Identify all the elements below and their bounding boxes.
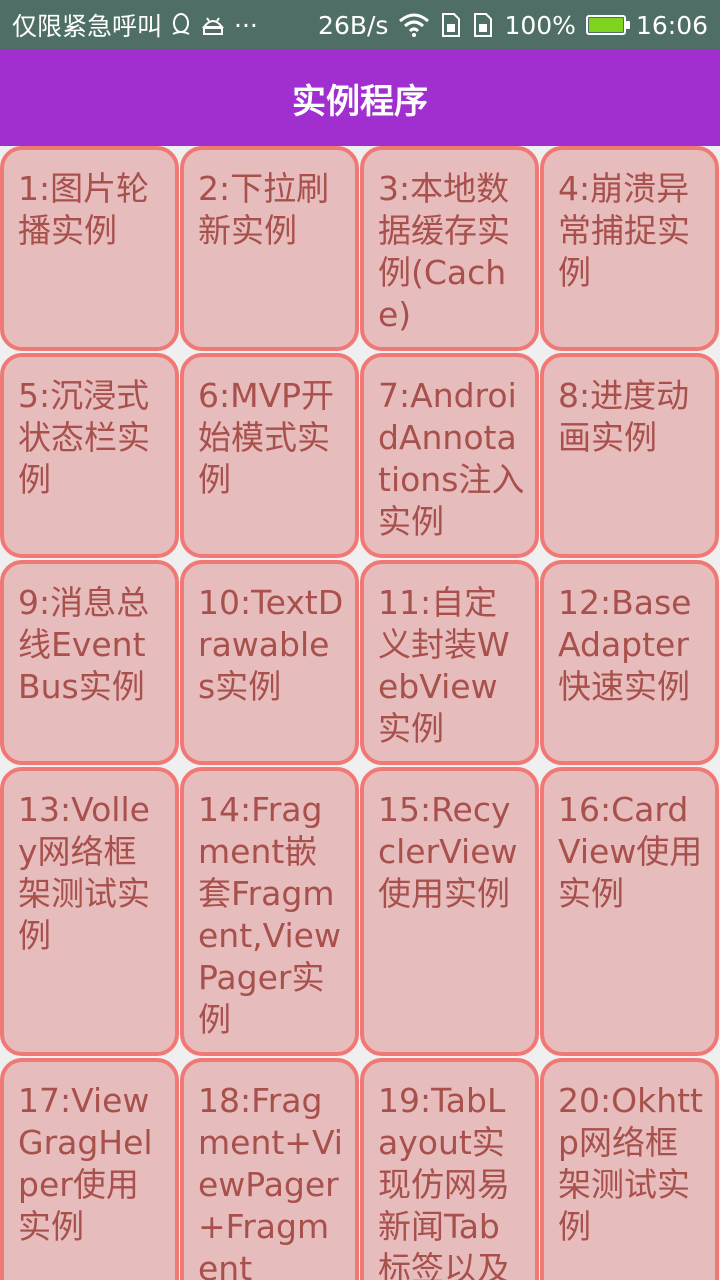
example-item[interactable]: 15:RecyclerView使用实例 xyxy=(360,767,539,1056)
example-item[interactable]: 18:Fragment+ViewPager+Fragment xyxy=(180,1058,359,1280)
example-item[interactable]: 20:Okhttp网络框架测试实例 xyxy=(540,1058,719,1280)
example-item[interactable]: 17:ViewGragHelper使用实例 xyxy=(0,1058,179,1280)
qq-icon xyxy=(170,12,192,38)
example-item[interactable]: 19:TabLayout实现仿网易新闻Tab标签以及页 xyxy=(360,1058,539,1280)
example-item[interactable]: 6:MVP开始模式实例 xyxy=(180,353,359,558)
app-bar: 实例程序 xyxy=(0,50,720,146)
example-item[interactable]: 10:TextDrawables实例 xyxy=(180,560,359,765)
example-item[interactable]: 2:下拉刷新实例 xyxy=(180,146,359,351)
example-item[interactable]: 14:Fragment嵌套Fragment,ViewPager实例 xyxy=(180,767,359,1056)
more-dots-icon: ··· xyxy=(234,10,258,40)
clock: 16:06 xyxy=(635,10,708,40)
example-item[interactable]: 4:崩溃异常捕捉实例 xyxy=(540,146,719,351)
battery-icon xyxy=(585,15,630,35)
example-item[interactable]: 11:自定义封装WebView实例 xyxy=(360,560,539,765)
battery-fill xyxy=(588,18,623,32)
sim-card-icon xyxy=(440,12,462,38)
example-item[interactable]: 1:图片轮播实例 xyxy=(0,146,179,351)
example-item[interactable]: 12:BaseAdapter快速实例 xyxy=(540,560,719,765)
example-item[interactable]: 8:进度动画实例 xyxy=(540,353,719,558)
example-item[interactable]: 16:CardView使用实例 xyxy=(540,767,719,1056)
sim-card-2-icon xyxy=(472,12,494,38)
example-item[interactable]: 3:本地数据缓存实例(Cache) xyxy=(360,146,539,351)
examples-grid: 1:图片轮播实例 2:下拉刷新实例 3:本地数据缓存实例(Cache) 4:崩溃异常捕… xyxy=(0,146,720,1280)
example-item[interactable]: 9:消息总线EventBus实例 xyxy=(0,560,179,765)
notification-text: 仅限紧急呼叫 xyxy=(12,12,163,41)
status-bar: 仅限紧急呼叫 ··· 26B/s 100% 16:06 xyxy=(0,0,720,50)
page-title: 实例程序 xyxy=(292,81,428,122)
network-speed: 26B/s xyxy=(318,10,389,40)
android-debug-icon xyxy=(200,13,226,37)
battery-percent: 100% xyxy=(504,10,576,40)
example-item[interactable]: 5:沉浸式状态栏实例 xyxy=(0,353,179,558)
example-item[interactable]: 13:Volley网络框架测试实例 xyxy=(0,767,179,1056)
wifi-icon xyxy=(398,12,430,38)
example-item[interactable]: 7:AndroidAnnotations注入实例 xyxy=(360,353,539,558)
